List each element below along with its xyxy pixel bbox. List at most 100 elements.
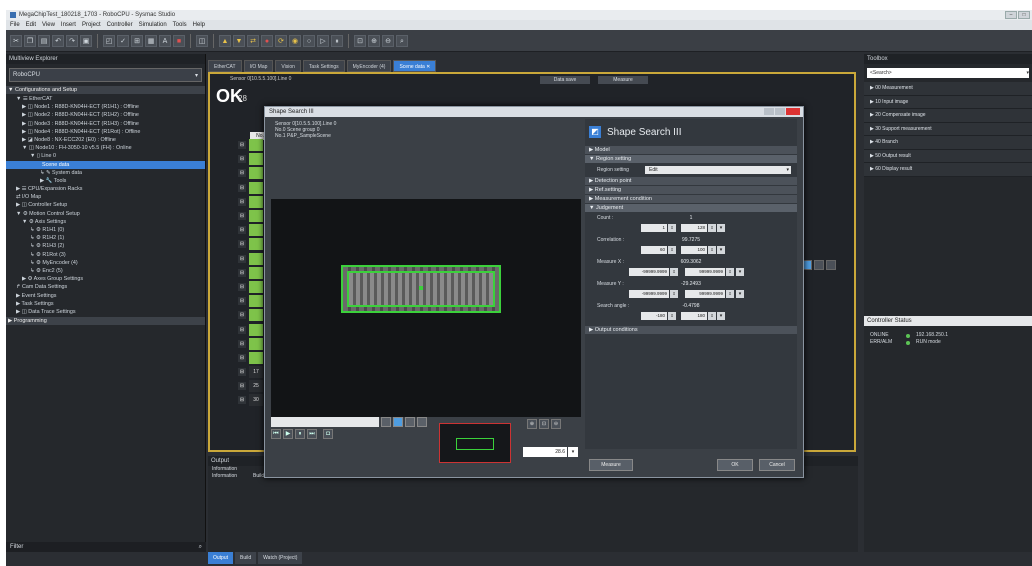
section-output[interactable]: ▶ Output conditions bbox=[585, 326, 797, 334]
camera-icon[interactable]: ◘ bbox=[323, 429, 333, 439]
toolbox-search[interactable]: <Search> ▾ bbox=[867, 68, 1029, 78]
grid-icon[interactable]: ▦ bbox=[145, 34, 157, 47]
editor-tab[interactable]: Task Settings bbox=[302, 60, 345, 72]
bottom-tab[interactable]: Watch (Project) bbox=[258, 552, 303, 564]
zoom-in-icon[interactable]: ⊕ bbox=[527, 419, 537, 429]
spin-icon[interactable]: ⇕ bbox=[726, 268, 734, 276]
menu-item[interactable]: Edit bbox=[26, 22, 36, 28]
measure-x-max-field[interactable]: 99999.9999 bbox=[685, 268, 725, 276]
delete-icon[interactable]: ▣ bbox=[80, 34, 92, 47]
tree-item[interactable]: ↱ Cam Data Settings bbox=[6, 283, 205, 291]
menu-item[interactable]: Simulation bbox=[139, 22, 167, 28]
offline-icon[interactable]: ▼ bbox=[233, 34, 245, 47]
menu-item[interactable]: Insert bbox=[61, 22, 76, 28]
tree-item[interactable]: ▼ ☰ EtherCAT bbox=[6, 95, 205, 103]
text-icon[interactable]: A bbox=[159, 34, 171, 47]
list-mode-icon[interactable] bbox=[826, 260, 836, 270]
menu-item[interactable]: Help bbox=[193, 22, 205, 28]
copy-icon[interactable]: ❐ bbox=[24, 34, 36, 47]
compile-icon[interactable]: ⊞ bbox=[131, 34, 143, 47]
flow-mode-icon[interactable] bbox=[814, 260, 824, 270]
editor-tab[interactable]: EtherCAT bbox=[208, 60, 242, 72]
pause-icon[interactable]: ⏸ bbox=[295, 429, 305, 439]
tree-item[interactable]: ↳ ✎ System data bbox=[6, 169, 205, 177]
zoom-out-icon[interactable]: ⊖ bbox=[551, 419, 561, 429]
search-angle-min-field[interactable]: -180 bbox=[641, 312, 667, 320]
tree-item[interactable]: ▶ ☰ CPU/Expansion Racks bbox=[6, 185, 205, 193]
online-icon[interactable]: ▲ bbox=[219, 34, 231, 47]
cut-icon[interactable]: ✂ bbox=[10, 34, 22, 47]
check-icon[interactable]: ✓ bbox=[117, 34, 129, 47]
run-icon[interactable]: ▷ bbox=[317, 34, 329, 47]
toolbox-item[interactable]: ▶ 60 Display result bbox=[864, 163, 1032, 177]
tree-item[interactable]: ↳ ⚙ R1H1 (0) bbox=[6, 226, 205, 234]
tree-item[interactable]: ▼ Configurations and Setup bbox=[6, 86, 205, 94]
chevron-down-icon[interactable]: ▾ bbox=[717, 224, 725, 232]
menu-item[interactable]: Project bbox=[82, 22, 101, 28]
bottom-tab[interactable]: Build bbox=[235, 552, 257, 564]
tree-item[interactable]: ↳ ⚙ R1Rot (3) bbox=[6, 251, 205, 259]
spin-icon[interactable]: ⇕ bbox=[668, 224, 676, 232]
toolbox-item[interactable]: ▶ 00 Measurement bbox=[864, 82, 1032, 96]
view-option-icon[interactable] bbox=[381, 417, 391, 427]
spin-icon[interactable]: ⇕ bbox=[726, 290, 734, 298]
filter-icon[interactable]: ⌕ bbox=[199, 542, 202, 552]
toolbox-item[interactable]: ▶ 30 Support measurement bbox=[864, 122, 1032, 136]
region-setting-select[interactable]: Edit bbox=[645, 166, 791, 174]
tree-item[interactable]: ▶ ◫ Node3 : R88D-KN04H-ECT (R1H3) : Offl… bbox=[6, 120, 205, 128]
editor-tab[interactable]: Vision bbox=[275, 60, 301, 72]
toolbox-item[interactable]: ▶ 50 Output result bbox=[864, 149, 1032, 163]
image-path-field[interactable] bbox=[271, 417, 379, 427]
tree-item[interactable]: ↳ ⚙ R1H3 (2) bbox=[6, 242, 205, 250]
fit-icon[interactable]: ⊡ bbox=[539, 419, 549, 429]
spin-icon[interactable]: ⇕ bbox=[708, 246, 716, 254]
monitor-icon[interactable]: ◉ bbox=[289, 34, 301, 47]
section-ref[interactable]: ▶ Ref.setting bbox=[585, 186, 797, 194]
undo-icon[interactable]: ↶ bbox=[52, 34, 64, 47]
transfer-icon[interactable]: ⇄ bbox=[247, 34, 259, 47]
menu-item[interactable]: Controller bbox=[107, 22, 133, 28]
tree-item[interactable]: ▼ ◫ Node10 : FH-3050-10 v5.5 (FH) : Onli… bbox=[6, 144, 205, 152]
minimize-button[interactable]: – bbox=[1005, 11, 1017, 19]
search-icon[interactable]: ⌕ bbox=[396, 34, 408, 47]
tree-item[interactable]: ↳ ⚙ MyEncoder (4) bbox=[6, 259, 205, 267]
section-judgement[interactable]: ▼ Judgement bbox=[585, 204, 797, 212]
build-icon[interactable]: ◰ bbox=[103, 34, 115, 47]
alarm-icon[interactable]: ● bbox=[261, 34, 273, 47]
chevron-down-icon[interactable]: ▾ bbox=[736, 290, 744, 298]
spin-icon[interactable]: ⇕ bbox=[708, 312, 716, 320]
tree-item[interactable]: ▶ ◫ Node2 : R88D-KN04H-ECT (R1H2) : Offl… bbox=[6, 111, 205, 119]
measure-y-min-field[interactable]: -99999.9999 bbox=[629, 290, 669, 298]
chevron-down-icon[interactable]: ▾ bbox=[568, 447, 578, 457]
play-icon[interactable]: ▶ bbox=[283, 429, 293, 439]
editor-tab[interactable]: MyEncoder (4) bbox=[346, 60, 392, 72]
section-detection[interactable]: ▶ Detection point bbox=[585, 177, 797, 185]
first-image-icon[interactable]: ⏮ bbox=[271, 429, 281, 439]
editor-tab[interactable]: I/O Map bbox=[243, 60, 274, 72]
spin-icon[interactable]: ⇕ bbox=[668, 312, 676, 320]
data-save-button[interactable]: Data save bbox=[540, 76, 590, 84]
toolbox-item[interactable]: ▶ 40 Branch bbox=[864, 136, 1032, 150]
layout-icon[interactable]: ◫ bbox=[196, 34, 208, 47]
section-region[interactable]: ▼ Region setting bbox=[585, 155, 797, 163]
spin-icon[interactable]: ⇕ bbox=[668, 246, 676, 254]
measure-x-min-field[interactable]: -99999.9999 bbox=[629, 268, 669, 276]
cpu-selector[interactable]: RoboCPU ▾ bbox=[9, 68, 202, 82]
zoom-value[interactable]: 28.6 bbox=[523, 447, 567, 457]
tree-item[interactable]: ▼ ▯ Line 0 bbox=[6, 152, 205, 160]
tree-item[interactable]: ▶ ◪ Node8 : NX-ECC202 (E0) : Offline bbox=[6, 136, 205, 144]
chevron-down-icon[interactable]: ▾ bbox=[717, 246, 725, 254]
stop-icon[interactable]: ■ bbox=[173, 34, 185, 47]
tree-item[interactable]: ▶ Programming bbox=[6, 317, 205, 326]
bottom-tab[interactable]: Output bbox=[208, 552, 234, 564]
image-view[interactable] bbox=[271, 199, 581, 417]
measure-button[interactable]: Measure bbox=[598, 76, 648, 84]
spin-icon[interactable]: ⇕ bbox=[670, 290, 678, 298]
thumbnail-view[interactable] bbox=[439, 423, 511, 463]
correlation-min-field[interactable]: 60 bbox=[641, 246, 667, 254]
menu-item[interactable]: View bbox=[42, 22, 55, 28]
view-option-icon[interactable] bbox=[393, 417, 403, 427]
count-min-field[interactable]: 1 bbox=[641, 224, 667, 232]
section-meas-cond[interactable]: ▶ Measurement condition bbox=[585, 195, 797, 203]
maximize-button[interactable]: □ bbox=[1018, 11, 1030, 19]
